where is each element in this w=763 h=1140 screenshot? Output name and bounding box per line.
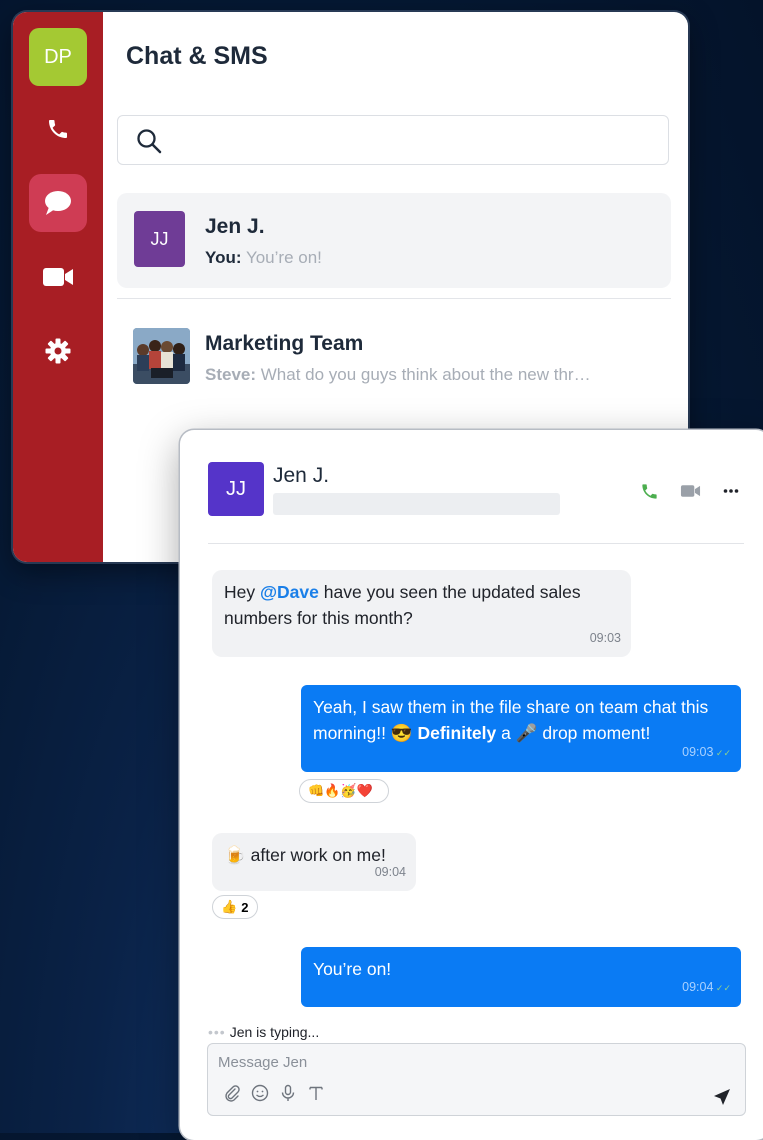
conversation-preview: You: You’re on! [205,248,322,268]
composer-toolbar [223,1084,325,1102]
settings-nav-button[interactable] [29,322,87,380]
contact-status-placeholder [273,493,560,515]
typing-indicator: ••• Jen is typing... [208,1024,320,1040]
preview-text: What do you guys think about the new thr… [260,365,591,384]
conversation-item-jen[interactable]: JJ Jen J. You: You’re on! [117,193,671,288]
sunglasses-emoji: 😎 [390,723,413,743]
beer-emoji: 🍺 [224,845,246,865]
conversation-item-marketing-team[interactable]: Marketing Team Steve: What do you guys t… [117,310,671,405]
nav-rail: DP [13,12,103,562]
user-mention[interactable]: @Dave [260,582,319,602]
contact-name: Jen J. [273,464,330,487]
video-call-button[interactable] [680,482,701,500]
gear-icon [45,338,71,364]
reaction-badge[interactable]: 👍 2 [212,895,258,919]
divider [117,298,671,299]
header-divider [208,543,744,544]
message-time: 09:03 [589,631,621,645]
conversation-name: Jen J. [205,215,265,238]
search-input[interactable] [117,115,669,165]
conversation-preview: Steve: What do you guys think about the … [205,365,591,385]
message-input[interactable]: Message Jen [218,1054,307,1071]
message-composer[interactable]: Message Jen [207,1043,746,1116]
paperclip-icon[interactable] [223,1084,241,1102]
message-bubble-incoming: Hey @Dave have you seen the updated sale… [212,570,631,657]
phone-icon [49,120,67,138]
preview-sender: You: [205,248,242,267]
thumbs-up-emoji: 👍 [221,899,238,914]
user-avatar[interactable]: DP [29,28,87,86]
send-icon [714,1089,730,1105]
text-format-icon[interactable] [307,1084,325,1102]
user-initials: DP [44,45,72,68]
video-icon [43,268,73,286]
more-options-button[interactable] [723,482,739,500]
phone-icon [642,483,657,499]
message-time: 09:04 [374,865,406,879]
video-nav-button[interactable] [29,248,87,306]
microphone-icon[interactable] [279,1084,297,1102]
preview-sender: Steve: [205,365,257,384]
more-icon [723,489,739,493]
message-time: 09:03 ✓✓ [682,745,731,759]
group-avatar-photo [133,328,190,384]
chat-nav-button[interactable] [29,174,87,232]
reaction-bar[interactable]: 👊🔥🥳❤️ [299,779,389,803]
read-receipt-icon: ✓✓ [713,983,731,993]
chat-icon [45,191,71,215]
video-icon [680,485,701,497]
typing-dots: ••• [208,1024,226,1040]
reaction-emojis: 👊🔥🥳❤️ [308,783,373,798]
message-time: 09:04 ✓✓ [682,980,731,994]
emoji-icon[interactable] [251,1084,269,1102]
call-button[interactable] [640,482,659,500]
contact-avatar: JJ [208,462,264,516]
message-bubble-outgoing: You’re on! 09:04 ✓✓ [301,947,741,1007]
message-bubble-incoming: 🍺 after work on me! 09:04 [212,833,416,891]
reaction-count: 2 [241,899,249,915]
search-icon [137,129,162,154]
phone-nav-button[interactable] [29,100,87,158]
page-title: Chat & SMS [126,42,268,70]
preview-text: You’re on! [245,248,322,267]
chat-window: JJ Jen J. Hey @Dave have you seen the up… [180,430,763,1140]
conversation-name: Marketing Team [205,332,364,355]
send-button[interactable] [713,1088,731,1111]
microphone-emoji: 🎤 [515,723,538,743]
message-bubble-outgoing: Yeah, I saw them in the file share on te… [301,685,741,772]
read-receipt-icon: ✓✓ [713,748,731,758]
avatar: JJ [134,211,185,267]
